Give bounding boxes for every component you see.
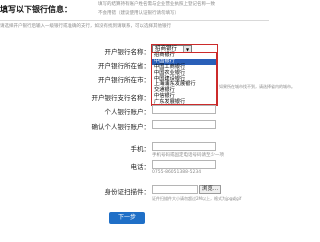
confirm-account-input[interactable] — [152, 120, 216, 129]
intro-text: 请选择开户银行后输入一级银行或准确的支行，如没有找到请联系，可以选择其他银行 — [0, 24, 171, 29]
personal-account-input[interactable] — [152, 105, 216, 114]
top-hint-1: 填写的结算持有账户姓名需与企业营业执照上登记名称一致 — [98, 2, 215, 7]
mobile-label: 手机： — [130, 145, 151, 153]
phone-label: 电话： — [130, 163, 151, 171]
page-title: 填写以下银行信息： — [0, 5, 72, 14]
bank-city-note: 如果所在城市找不到，请选择省内的城市。 — [219, 84, 295, 89]
mobile-note: 手机号码或固定电话号码请至少一项 — [152, 153, 224, 158]
next-button[interactable]: 下一步 — [109, 212, 145, 224]
bank-name-label: 开户银行名称： — [104, 48, 151, 56]
bank-city-label: 开户银行所在市： — [98, 76, 150, 84]
phone-input[interactable] — [152, 160, 216, 169]
personal-account-label: 个人银行账户： — [104, 108, 151, 116]
mobile-input[interactable] — [152, 142, 216, 151]
bank-province-label: 开户银行所在省： — [98, 62, 150, 70]
phone-placeholder: 0755-86051388-5234 — [152, 170, 202, 175]
bank-dropdown-list[interactable]: 招商银行 中国银行 中国工商银行 中国农业银行 中国建设银行 上海浦东发展银行 交通银行 中信… — [151, 52, 217, 105]
id-file-input[interactable] — [152, 185, 198, 194]
top-hint-2: 不会用错（建议使用认证银行请勿填写） — [98, 11, 179, 16]
divider — [0, 20, 269, 21]
id-file-note: 证件扫描件大小请勿超过2M以上，格式为jpg或gif — [152, 196, 242, 201]
bank-branch-label: 开户银行支行名称： — [91, 94, 151, 102]
confirm-account-label: 确认个人银行账户： — [91, 123, 151, 131]
browse-button[interactable]: 浏览... — [199, 185, 221, 194]
id-file-label: 身份证扫描件： — [104, 188, 151, 196]
